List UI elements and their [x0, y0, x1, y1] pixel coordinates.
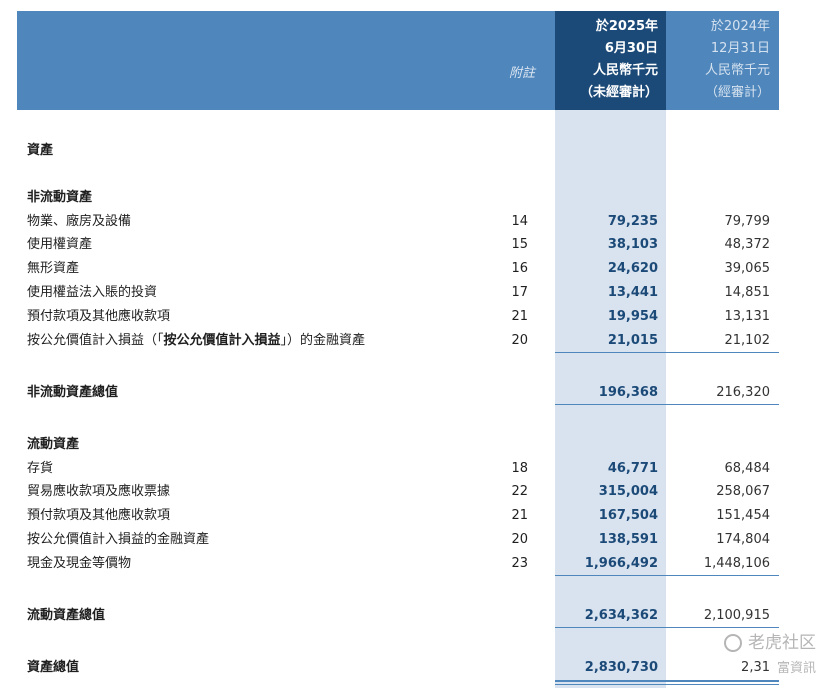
table-row: 按公允價值計入損益的金融資產 20 138,591 174,804	[27, 532, 770, 547]
table-row: 使用權益法入賬的投資 17 13,441 14,851	[27, 285, 770, 300]
current-period-header: 於2025年 6月30日 人民幣千元 （未經審計）	[579, 19, 658, 100]
watermark-logo: 老虎社区	[724, 628, 816, 653]
total-row-non-current-assets: 非流動資產總值 196,368 216,320	[27, 385, 770, 400]
table-row: 現金及現金等價物 23 1,966,492 1,448,106	[27, 556, 770, 571]
table-row: 預付款項及其他應收款項 21 19,954 13,131	[27, 309, 770, 324]
watermark-caption: 富資訊	[776, 661, 816, 676]
subtotal-rule	[555, 575, 779, 576]
table-row: 按公允價值計入損益（「按公允價值計入損益」）的金融資產 20 21,015 21…	[27, 333, 770, 348]
table-row: 使用權資產 15 38,103 48,372	[27, 237, 770, 252]
tiger-community-icon	[724, 634, 742, 652]
total-row-assets: 資產總值 2,830,730 2,31	[27, 660, 770, 675]
grand-total-rule-second	[555, 684, 779, 685]
grand-total-rule	[555, 680, 779, 682]
total-rule	[555, 404, 779, 405]
table-row: 貿易應收款項及應收票據 22 315,004 258,067	[27, 484, 770, 499]
table-row: 無形資產 16 24,620 39,065	[27, 261, 770, 276]
section-heading-non-current-assets: 非流動資產	[27, 190, 93, 205]
section-heading-assets: 資產	[27, 143, 54, 158]
note-column-header: 附註	[508, 66, 535, 81]
table-row: 存貨 18 46,771 68,484	[27, 461, 770, 476]
total-row-current-assets: 流動資產總值 2,634,362 2,100,915	[27, 608, 770, 623]
section-heading-current-assets: 流動資產	[27, 437, 80, 452]
table-row: 物業、廠房及設備 14 79,235 79,799	[27, 214, 770, 229]
subtotal-rule	[555, 352, 779, 353]
previous-period-header: 於2024年 12月31日 人民幣千元 （經審計）	[704, 19, 770, 100]
table-row: 預付款項及其他應收款項 21 167,504 151,454	[27, 508, 770, 523]
